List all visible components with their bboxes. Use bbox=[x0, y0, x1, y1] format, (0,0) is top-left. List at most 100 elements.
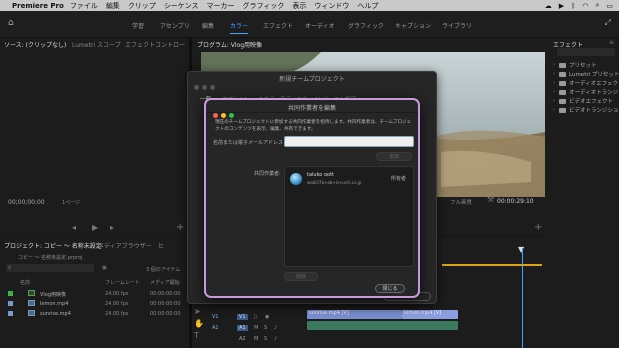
row-start: 00:00:00:00 bbox=[150, 311, 181, 317]
mute-m-button[interactable]: M bbox=[254, 325, 258, 331]
home-icon[interactable]: ⌂ bbox=[8, 18, 14, 28]
project-row[interactable]: sunrise.mp4 24.00 fps 00:00:00:00 bbox=[0, 309, 188, 319]
menu-marker[interactable]: マーカー bbox=[206, 1, 234, 11]
app-name-menu[interactable]: Premiere Pro bbox=[12, 2, 64, 10]
zoom-dot[interactable] bbox=[210, 85, 215, 90]
program-title[interactable]: プログラム: Vlog用映像 bbox=[197, 40, 262, 49]
delete-button[interactable]: 削除 bbox=[284, 272, 318, 281]
step-forward-icon[interactable]: ▸ bbox=[110, 224, 114, 232]
column-framerate[interactable]: フレームレート bbox=[105, 279, 140, 286]
track-a1-target[interactable]: A1 bbox=[212, 325, 219, 331]
bluetooth-icon[interactable]: ᛒ bbox=[571, 2, 575, 10]
tab-lumetri-scopes[interactable]: Lumetri スコープ bbox=[72, 40, 121, 49]
tab-project[interactable]: プロジェクト: コピー 〜 名称未設定 bbox=[4, 241, 102, 250]
workspace-tab-audio[interactable]: オーディオ bbox=[305, 21, 335, 30]
label-color-swatch[interactable] bbox=[8, 301, 13, 306]
effects-item-lumetri-presets[interactable]: Lumetri プリセット bbox=[569, 70, 619, 78]
workspace-tab-assembly[interactable]: アセンブリ bbox=[160, 21, 190, 30]
eye-icon[interactable]: ◉ bbox=[265, 314, 269, 320]
hand-tool-icon[interactable]: ✋ bbox=[194, 320, 204, 328]
close-dot[interactable] bbox=[213, 113, 218, 118]
workspace-tab-edit[interactable]: 編集 bbox=[202, 21, 214, 30]
effects-search-input[interactable] bbox=[557, 48, 615, 56]
chevron-right-icon: › bbox=[553, 107, 555, 113]
workspace-tab-color[interactable]: カラー bbox=[230, 21, 249, 34]
menu-file[interactable]: ファイル bbox=[70, 1, 98, 11]
column-media-start[interactable]: メディア開始 bbox=[150, 279, 180, 286]
row-fps: 24.00 fps bbox=[105, 311, 129, 317]
work-area-bar[interactable] bbox=[442, 264, 542, 266]
project-row[interactable]: lemon.mp4 24.00 fps 00:00:00:00 bbox=[0, 299, 188, 309]
project-search-input[interactable]: ⌕ bbox=[6, 264, 94, 272]
play-icon[interactable]: ▶ bbox=[559, 2, 564, 10]
timeline-clip[interactable]: sunrise.mp4 [V] bbox=[307, 310, 402, 319]
chevron-right-icon: › bbox=[553, 71, 555, 77]
expand-icon[interactable]: ⤢ bbox=[605, 18, 611, 28]
wifi-icon[interactable]: ◠ bbox=[582, 2, 588, 10]
audio-clip[interactable] bbox=[307, 321, 458, 330]
battery-icon[interactable]: ▭ bbox=[606, 2, 613, 10]
collaborator-row[interactable]: taiuko oott wabi07b+ab+is+uchi.co.jp 所有者 bbox=[285, 167, 413, 191]
menu-clip[interactable]: クリップ bbox=[128, 1, 156, 11]
page-dropdown[interactable]: 1ページ bbox=[62, 199, 80, 206]
step-back-icon[interactable]: ◂ bbox=[72, 224, 76, 232]
workspace-tab-learn[interactable]: 学習 bbox=[132, 21, 144, 30]
selection-tool-icon[interactable]: ➤ bbox=[194, 308, 201, 316]
menu-view[interactable]: 表示 bbox=[292, 1, 306, 11]
menu-graphics[interactable]: グラフィック bbox=[242, 1, 284, 11]
tab-source[interactable]: ソース: (クリップなし) bbox=[4, 40, 66, 49]
menu-window[interactable]: ウィンドウ bbox=[314, 1, 349, 11]
effects-item-video-effects[interactable]: ビデオエフェクト bbox=[569, 97, 613, 105]
track-v1-target[interactable]: V1 bbox=[212, 314, 219, 320]
add-button[interactable]: 追加 bbox=[376, 152, 412, 161]
cloud-icon[interactable]: ☁ bbox=[545, 2, 552, 10]
zoom-dot[interactable] bbox=[229, 113, 234, 118]
fit-dropdown[interactable]: フル画質 bbox=[450, 198, 472, 206]
tab-effect-controls[interactable]: エフェクトコントロー bbox=[125, 40, 185, 49]
add-button-icon[interactable]: + bbox=[176, 223, 184, 233]
mic-icon[interactable]: ♪ bbox=[274, 336, 277, 342]
row-fps: 24.00 fps bbox=[105, 291, 129, 297]
menu-help[interactable]: ヘルプ bbox=[357, 1, 378, 11]
program-add-icon[interactable]: + bbox=[534, 223, 542, 233]
type-tool-icon[interactable]: T bbox=[194, 332, 199, 340]
column-name[interactable]: 名前 bbox=[20, 279, 30, 286]
track-a1-label[interactable]: A1 bbox=[237, 325, 248, 331]
label-color-swatch[interactable] bbox=[8, 311, 13, 316]
workspace-tab-captions[interactable]: キャプション bbox=[395, 21, 431, 30]
workspace-tab-graphics[interactable]: グラフィック bbox=[348, 21, 384, 30]
playhead-line[interactable] bbox=[522, 248, 523, 348]
close-button[interactable]: 閉じる bbox=[375, 284, 405, 293]
solo-s-button[interactable]: S bbox=[264, 336, 267, 342]
workspace-tab-libraries[interactable]: ライブラリ bbox=[442, 21, 472, 30]
solo-s-button[interactable]: S bbox=[264, 325, 267, 331]
mic-icon[interactable]: ♪ bbox=[274, 325, 277, 331]
effects-item-video-transitions[interactable]: ビデオトランジション bbox=[569, 106, 619, 114]
effects-item-audio-effects[interactable]: オーディオエフェクト bbox=[569, 79, 619, 87]
menu-sequence[interactable]: シーケンス bbox=[164, 1, 199, 11]
tab-media-browser[interactable]: メディアブラウザー bbox=[98, 241, 152, 250]
effects-item-audio-transitions[interactable]: オーディオトランジション bbox=[569, 88, 619, 96]
minimize-dot[interactable] bbox=[221, 113, 226, 118]
back-dialog-title: 新規チームプロジェクト bbox=[279, 76, 345, 83]
play-button[interactable]: ▶ bbox=[92, 224, 98, 232]
label-color-swatch[interactable] bbox=[8, 291, 13, 296]
project-row[interactable]: Vlog用映像 24.00 fps 00:00:00:00 bbox=[0, 289, 188, 299]
minimize-dot[interactable] bbox=[202, 85, 207, 90]
effects-menu-icon[interactable]: ≡ bbox=[609, 39, 614, 47]
tab-more[interactable]: ヒ bbox=[158, 241, 164, 250]
lock-icon[interactable]: ▯ bbox=[254, 314, 257, 320]
bin-icon[interactable]: ▣ bbox=[102, 265, 107, 271]
mute-m-button[interactable]: M bbox=[254, 336, 258, 342]
effects-item-presets[interactable]: プリセット bbox=[569, 61, 597, 69]
close-dot[interactable] bbox=[194, 85, 199, 90]
wrench-icon[interactable]: ⚒ bbox=[487, 196, 494, 204]
sequence-icon bbox=[28, 290, 35, 296]
track-a2-label[interactable]: A2 bbox=[237, 336, 248, 342]
search-icon[interactable]: ⌕ bbox=[595, 1, 599, 10]
email-input[interactable] bbox=[284, 136, 414, 147]
timeline-clip[interactable]: lemon.mp4 [V] bbox=[402, 310, 458, 319]
track-v1-label[interactable]: V1 bbox=[237, 314, 248, 320]
menu-edit[interactable]: 編集 bbox=[106, 1, 120, 11]
workspace-tab-effects[interactable]: エフェクト bbox=[263, 21, 293, 30]
